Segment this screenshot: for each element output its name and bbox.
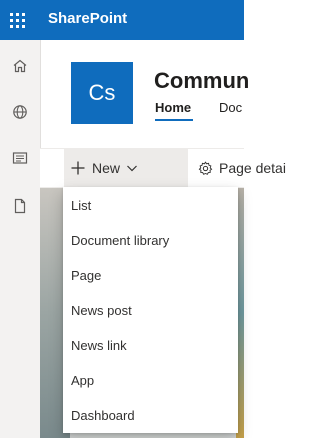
menu-item-list[interactable]: List xyxy=(63,188,238,223)
site-logo[interactable]: Cs xyxy=(71,62,133,124)
menu-item-dashboard[interactable]: Dashboard xyxy=(63,398,238,433)
nav-selected-indicator xyxy=(155,119,193,121)
menu-item-page[interactable]: Page xyxy=(63,258,238,293)
app-launcher-icon xyxy=(9,12,25,28)
nav-documents[interactable]: Doc xyxy=(219,100,242,115)
menu-item-document-library[interactable]: Document library xyxy=(63,223,238,258)
menu-item-news-post[interactable]: News post xyxy=(63,293,238,328)
nav-home[interactable]: Home xyxy=(155,100,191,115)
files-button[interactable] xyxy=(0,189,40,223)
new-button[interactable]: New xyxy=(64,149,188,187)
suite-bar: SharePoint xyxy=(0,0,244,40)
new-button-label: New xyxy=(92,160,121,176)
globe-icon xyxy=(13,105,27,119)
left-rail xyxy=(0,40,41,438)
home-icon xyxy=(13,59,27,73)
site-title[interactable]: Commun xyxy=(154,68,249,94)
sites-button[interactable] xyxy=(0,95,40,129)
chevron-down-icon xyxy=(127,165,137,172)
app-launcher-button[interactable] xyxy=(0,0,34,40)
page-details-button[interactable]: Page detai xyxy=(198,149,286,187)
news-button[interactable] xyxy=(0,141,40,175)
page-details-label: Page detai xyxy=(219,160,286,176)
menu-item-app[interactable]: App xyxy=(63,363,238,398)
menu-item-news-link[interactable]: News link xyxy=(63,328,238,363)
document-icon xyxy=(14,198,26,214)
app-name[interactable]: SharePoint xyxy=(48,10,127,27)
news-icon xyxy=(12,152,28,164)
new-dropdown-menu: List Document library Page News post New… xyxy=(63,187,238,433)
gear-icon xyxy=(198,160,213,175)
plus-icon xyxy=(71,161,85,175)
home-button[interactable] xyxy=(0,49,40,83)
command-bar: New Page detai xyxy=(40,148,286,188)
